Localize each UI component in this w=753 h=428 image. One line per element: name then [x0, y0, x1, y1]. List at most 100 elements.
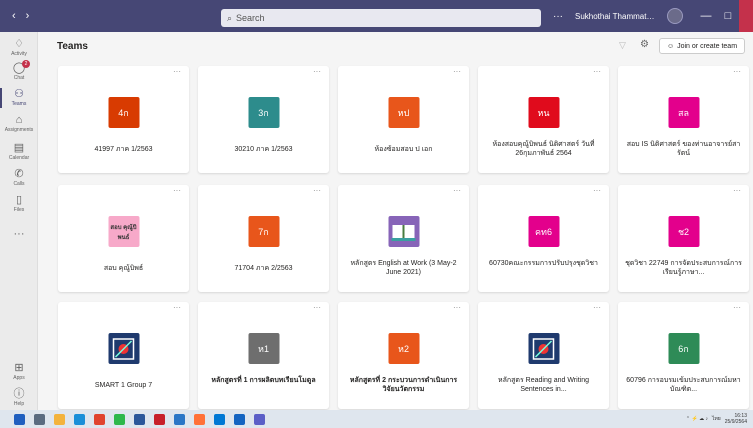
minimize-button[interactable]: — [695, 10, 717, 22]
team-avatar-tile: ห2 [388, 333, 419, 364]
team-card[interactable]: ··· 3ก 30210 ภาค 1/2563 [198, 66, 329, 173]
smart-logo-icon [112, 337, 135, 360]
rail-item-calendar[interactable]: ▤ Calendar [0, 142, 38, 161]
clock[interactable]: 16:13 25/9/2564 [725, 413, 747, 425]
file-explorer-icon[interactable] [54, 413, 65, 425]
rail-item-help[interactable]: ⓘ Help [0, 388, 38, 407]
team-card[interactable]: ··· หลักสูตร Reading and Writing Sentence… [478, 302, 609, 409]
team-more-options-icon[interactable]: ··· [453, 186, 461, 195]
team-name: 30210 ภาค 1/2563 [234, 146, 293, 153]
firefox-icon[interactable] [194, 413, 205, 425]
team-more-options-icon[interactable]: ··· [453, 67, 461, 76]
team-more-options-icon[interactable]: ··· [313, 186, 321, 195]
team-more-options-icon[interactable]: ··· [173, 186, 181, 195]
maximize-button[interactable]: □ [717, 10, 739, 22]
team-name: หลักสูตรที่ 1 การผลิตบทเรียนโมดูล [211, 377, 316, 384]
team-avatar-tile: สล [668, 97, 699, 128]
team-more-options-icon[interactable]: ··· [593, 67, 601, 76]
word-icon[interactable] [134, 413, 145, 425]
edge-icon[interactable] [74, 413, 85, 425]
rail-item-chat[interactable]: ◯ 2 Chat [0, 60, 38, 81]
store-icon[interactable] [214, 413, 225, 425]
calendar-icon: ▤ [13, 142, 25, 154]
team-avatar-tile [528, 333, 559, 364]
page-title: Teams [57, 41, 88, 52]
rail-label: Calendar [8, 155, 30, 161]
team-avatar-tile: ช2 [668, 216, 699, 247]
team-avatar-tile: ห1 [248, 333, 279, 364]
team-name: 71704 ภาค 2/2563 [234, 265, 293, 272]
rail-item-files[interactable]: ▯ Files [0, 194, 38, 213]
team-avatar-tile: หน [528, 97, 559, 128]
team-more-options-icon[interactable]: ··· [733, 67, 741, 76]
join-or-create-team-button[interactable]: ☺ Join or create team [659, 38, 745, 54]
team-name: หลักสูตร Reading and Writing Sentences i… [498, 377, 589, 393]
rail-item-more[interactable]: ··· [0, 228, 38, 240]
team-more-options-icon[interactable]: ··· [173, 67, 181, 76]
rail-item-apps[interactable]: ⊞ Apps [0, 362, 38, 381]
rail-item-teams[interactable]: ⚇ Teams [0, 88, 38, 108]
apps-icon: ⊞ [14, 362, 24, 374]
book-icon [391, 224, 416, 241]
team-more-options-icon[interactable]: ··· [173, 303, 181, 312]
language-indicator[interactable]: ไทย [712, 415, 721, 423]
team-avatar-tile: 3ก [248, 97, 279, 128]
team-more-options-icon[interactable]: ··· [453, 303, 461, 312]
windows-start-icon[interactable] [14, 413, 25, 425]
team-card[interactable]: ··· หน ห้องสอบคุณู้บิพนธ์ นิติศาสตร์ วันที… [478, 66, 609, 173]
filter-icon[interactable]: ▽ [619, 40, 626, 51]
chevron-right-icon[interactable]: › [26, 10, 30, 22]
team-card[interactable]: ··· ช2 ชุดวิชา 22749 การจัดประสบการณ์การเร… [618, 185, 749, 292]
team-avatar-tile: 7ก [248, 216, 279, 247]
team-more-options-icon[interactable]: ··· [593, 303, 601, 312]
team-name: 60730คณะกรรมการปรับปรุงชุดวิชา [489, 260, 598, 267]
rail-item-activity[interactable]: ♢ Activity [0, 38, 38, 57]
team-more-options-icon[interactable]: ··· [313, 303, 321, 312]
team-name: 60796 การอบรมเข้มประสบการณ์มหาบัณฑิต... [626, 377, 741, 393]
team-more-options-icon[interactable]: ··· [733, 186, 741, 195]
team-card[interactable]: ··· สลสอบ IS นิติศาสตร์ ของท่านอาจารย์สาร… [618, 66, 749, 173]
search-placeholder: Search [236, 13, 265, 23]
team-card[interactable]: ··· คท6 60730คณะกรรมการปรับปรุงชุดวิชา [478, 185, 609, 292]
tray-icons[interactable]: ⌃ ⚡ ☁ ♪ [686, 416, 708, 422]
chevron-left-icon[interactable]: ‹ [12, 10, 16, 22]
system-tray: ⌃ ⚡ ☁ ♪ ไทย 16:13 25/9/2564 [686, 410, 747, 428]
team-card[interactable]: ··· หลักสูตร English at Work (3 May-2 Jun… [338, 185, 469, 292]
search-input[interactable]: ⌕ Search [221, 9, 541, 27]
team-more-options-icon[interactable]: ··· [733, 303, 741, 312]
team-name: สอบ IS นิติศาสตร์ ของท่านอาจารย์สารัตน์ [626, 141, 741, 157]
teams-taskbar-icon[interactable] [254, 413, 265, 425]
unknown-app-icon[interactable] [174, 413, 185, 425]
team-card[interactable]: ··· SMART 1 Group 7 [58, 302, 189, 409]
filezilla-icon[interactable] [154, 413, 165, 425]
team-name: หลักสูตรที่ 2 กระบวนการดำเนินการวิจัยนวั… [349, 377, 458, 393]
chat-icon: ◯ [12, 62, 26, 74]
team-more-options-icon[interactable]: ··· [313, 67, 321, 76]
team-card[interactable]: ··· สอบ คุณู้บิพนธ์ สอบ คุณู้บิพธ์ [58, 185, 189, 292]
avatar[interactable] [667, 8, 683, 24]
rail-label: Help [13, 401, 25, 407]
chrome-icon[interactable] [94, 413, 105, 425]
more-options-icon[interactable]: ··· [553, 11, 563, 22]
team-card[interactable]: ··· 7ก 71704 ภาค 2/2563 [198, 185, 329, 292]
rail-label: Activity [11, 51, 27, 57]
team-card[interactable]: ··· หป ห้องซ้อมสอบ ป เอก [338, 66, 469, 173]
team-card[interactable]: ··· 4ก 41997 ภาค 1/2563 [58, 66, 189, 173]
team-card[interactable]: ··· ห2 หลักสูตรที่ 2 กระบวนการดำเนินการวิจ… [338, 302, 469, 409]
rail-item-calls[interactable]: ✆ Calls [0, 168, 38, 187]
team-avatar-tile: หป [388, 97, 419, 128]
bell-icon: ♢ [14, 38, 24, 50]
people-add-icon: ☺ [666, 42, 675, 50]
org-name[interactable]: Sukhothai Thammathirat Open ... [575, 12, 657, 21]
smart-logo-icon [532, 337, 555, 360]
close-button[interactable] [739, 0, 753, 32]
rail-item-assignments[interactable]: ⌂ Assignments [0, 114, 38, 133]
line-icon[interactable] [114, 413, 125, 425]
outlook-icon[interactable] [234, 413, 245, 425]
team-card[interactable]: ··· ห1 หลักสูตรที่ 1 การผลิตบทเรียนโมดูล [198, 302, 329, 409]
rail-label: Chat [13, 75, 25, 81]
team-card[interactable]: ··· 6ก 60796 การอบรมเข้มประสบการณ์มหาบัณฑิ… [618, 302, 749, 409]
search-taskbar-icon[interactable] [34, 413, 45, 425]
gear-icon[interactable]: ⚙ [640, 39, 649, 50]
team-more-options-icon[interactable]: ··· [593, 186, 601, 195]
